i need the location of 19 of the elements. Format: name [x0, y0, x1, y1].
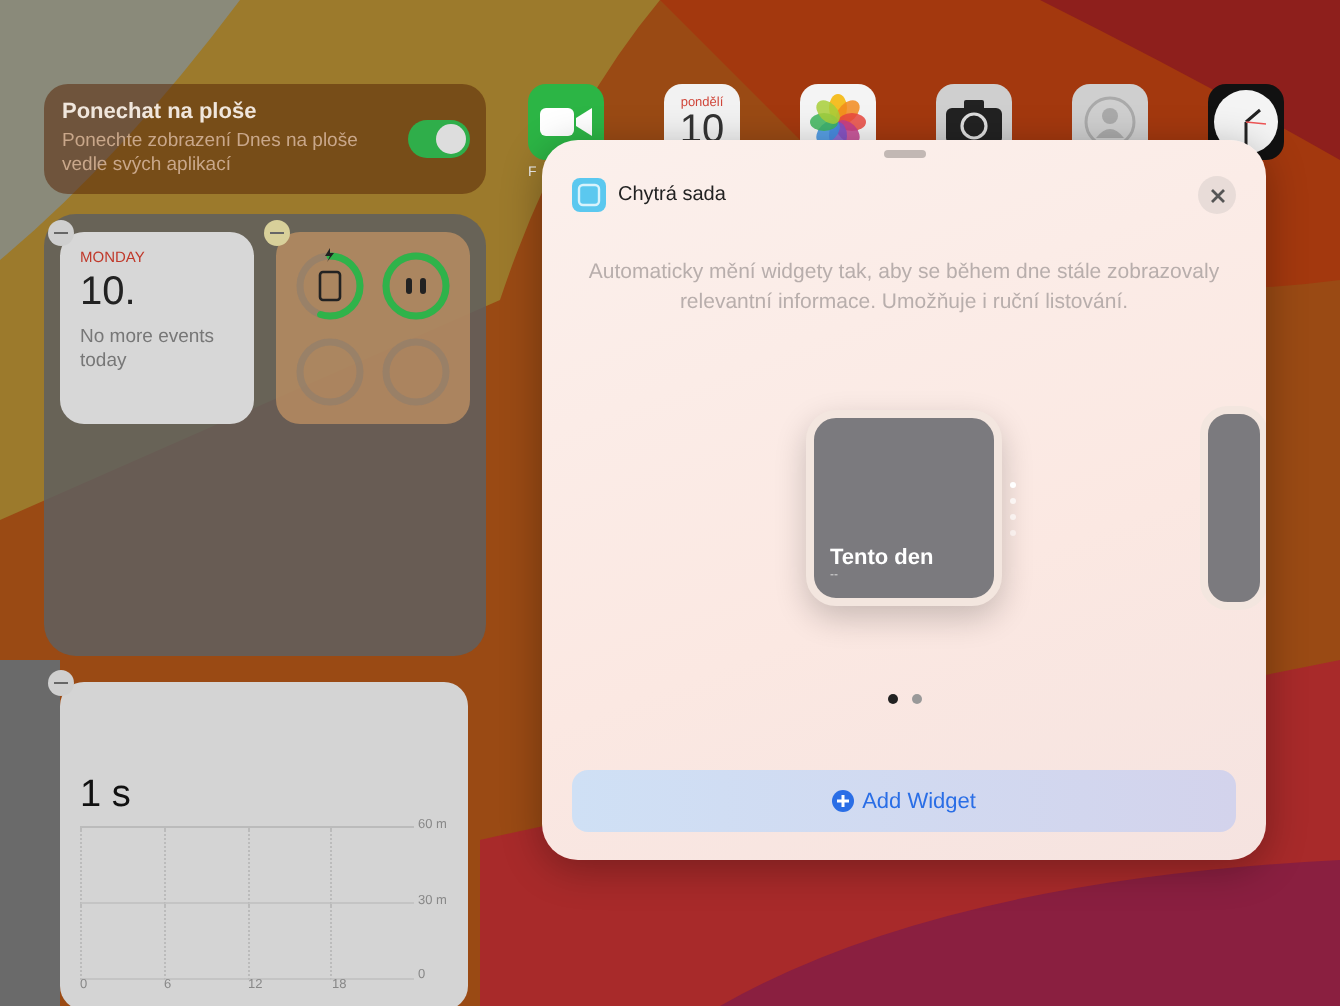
sheet-description: Automaticky mění widgety tak, aby se během dne stále zobrazovaly relevantní informace. Umožňuje i ruční listování. — [586, 258, 1222, 318]
remove-button[interactable] — [264, 220, 290, 246]
events-text: No more events today — [80, 326, 217, 374]
add-widget-button[interactable]: Add Widget — [572, 770, 1236, 832]
close-icon — [1209, 187, 1225, 203]
remove-button[interactable] — [48, 220, 74, 246]
sheet-title: Chytrá sada — [618, 184, 728, 206]
close-button[interactable] — [1198, 176, 1236, 214]
stack-icon — [572, 178, 606, 212]
page-dot[interactable] — [887, 694, 897, 704]
widget-preview[interactable] — [1200, 406, 1266, 610]
plus-icon — [832, 790, 855, 812]
total-time: 1 s — [80, 774, 133, 818]
day-number: 10. — [80, 270, 138, 316]
page-dot[interactable] — [911, 694, 921, 704]
grabber-handle[interactable] — [883, 150, 925, 158]
preview-title: Tento den — [830, 546, 936, 570]
setting-description: Ponechte zobrazení Dnes na ploše vedle svých aplikací — [62, 130, 360, 178]
setting-title: Ponechat na ploše — [62, 100, 259, 124]
